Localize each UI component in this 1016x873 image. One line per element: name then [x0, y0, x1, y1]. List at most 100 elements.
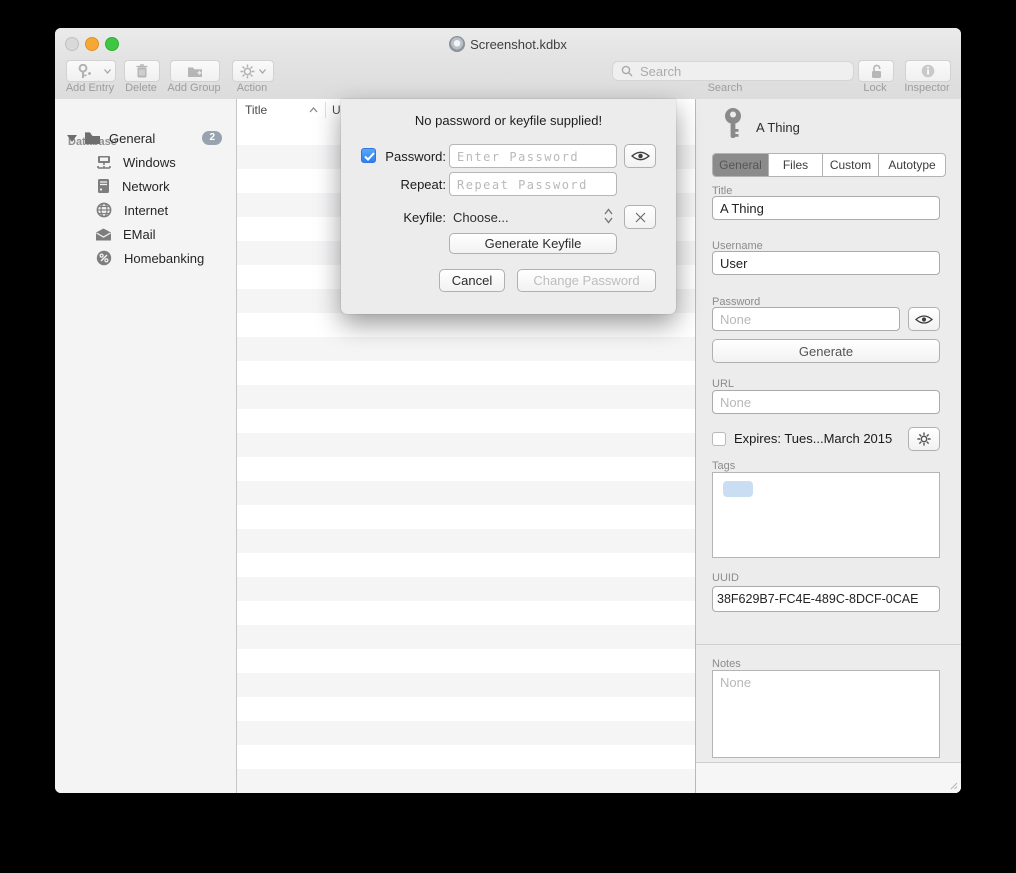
reveal-password-button[interactable] [908, 307, 940, 331]
password-checkbox[interactable] [361, 148, 376, 163]
keyfile-popup[interactable]: Choose... [453, 210, 509, 225]
search-label: Search [680, 82, 770, 94]
inspector-label: Inspector [898, 82, 956, 94]
expires-settings-button[interactable] [908, 427, 940, 451]
tag-pill[interactable] [723, 481, 753, 497]
content-area: Database General 2 Windows [55, 99, 961, 793]
delete-label: Delete [117, 82, 165, 94]
tab-custom[interactable]: Custom [823, 154, 879, 176]
generate-password-button[interactable]: Generate [712, 339, 940, 363]
entry-title: A Thing [756, 120, 800, 135]
document-icon [449, 36, 465, 52]
sidebar-item-homebanking[interactable]: Homebanking [55, 246, 236, 270]
stepper-icon[interactable] [604, 208, 613, 224]
dialog-message: No password or keyfile supplied! [341, 113, 676, 128]
sidebar-item-label: General [109, 131, 155, 146]
title-field[interactable] [712, 196, 940, 220]
server-icon [97, 178, 110, 194]
password-field[interactable] [712, 307, 900, 331]
sort-ascending-icon [309, 107, 318, 113]
dialog-password-input[interactable] [449, 144, 617, 168]
sidebar: Database General 2 Windows [55, 99, 237, 793]
change-password-button[interactable]: Change Password [517, 269, 656, 292]
title-bar[interactable]: Screenshot.kdbx [55, 28, 961, 58]
info-circle-icon [921, 64, 935, 78]
workgroup-icon [95, 155, 113, 170]
section-divider [696, 644, 961, 645]
column-header-username[interactable]: U [332, 103, 341, 117]
disclosure-triangle-icon[interactable] [67, 135, 77, 142]
add-entry-button[interactable] [66, 60, 101, 82]
add-group-label: Add Group [163, 82, 225, 94]
column-divider[interactable] [325, 102, 326, 118]
repeat-label: Repeat: [377, 177, 446, 192]
action-label: Action [228, 82, 276, 94]
expires-label: Expires: Tues...March 2015 [734, 431, 892, 446]
generate-keyfile-button[interactable]: Generate Keyfile [449, 233, 617, 254]
add-entry-label: Add Entry [59, 82, 121, 94]
sidebar-item-label: Homebanking [124, 251, 204, 266]
dialog-repeat-input[interactable] [449, 172, 617, 196]
tab-files[interactable]: Files [769, 154, 823, 176]
url-field-label: URL [712, 378, 734, 390]
key-icon [722, 107, 744, 141]
inspector-footer [696, 762, 961, 793]
lock-button[interactable] [858, 60, 894, 82]
resize-grip-icon[interactable] [949, 781, 958, 790]
tags-box[interactable] [712, 472, 940, 558]
search-input[interactable] [638, 63, 845, 80]
percent-circle-icon [96, 250, 112, 266]
lock-label: Lock [853, 82, 897, 94]
folder-plus-icon [187, 65, 203, 78]
tab-autotype[interactable]: Autotype [879, 154, 945, 176]
inspector-tabs: General Files Custom Autotype [712, 153, 946, 177]
window-title: Screenshot.kdbx [55, 36, 961, 52]
sidebar-item-windows[interactable]: Windows [55, 150, 236, 174]
chevron-down-icon [104, 69, 111, 74]
search-icon [621, 65, 633, 77]
delete-button[interactable] [124, 60, 160, 82]
gear-icon [240, 64, 255, 79]
column-header-title[interactable]: Title [245, 103, 267, 117]
sidebar-item-label: EMail [123, 227, 156, 242]
username-field[interactable] [712, 251, 940, 275]
action-button[interactable] [232, 60, 274, 82]
search-field[interactable] [612, 61, 854, 81]
key-plus-icon [77, 64, 91, 79]
add-entry-dropdown-button[interactable] [99, 60, 116, 82]
dialog-reveal-password-button[interactable] [624, 144, 656, 168]
tags-label: Tags [712, 460, 735, 472]
gear-icon [917, 432, 931, 446]
sidebar-item-general[interactable]: General 2 [55, 126, 236, 150]
inspector-button[interactable] [905, 60, 951, 82]
count-badge: 2 [202, 131, 222, 145]
sidebar-item-label: Windows [123, 155, 176, 170]
close-x-icon [635, 212, 646, 223]
padlock-open-icon [870, 64, 883, 79]
notes-box[interactable] [712, 670, 940, 758]
notes-input[interactable] [713, 671, 939, 757]
envelope-icon [95, 228, 112, 241]
expires-checkbox[interactable] [712, 432, 726, 446]
toolbar: Add Entry Delete Add Group [55, 58, 961, 100]
url-field[interactable] [712, 390, 940, 414]
notes-label: Notes [712, 658, 741, 670]
sidebar-item-email[interactable]: EMail [55, 222, 236, 246]
change-password-dialog: No password or keyfile supplied! Passwor… [341, 99, 676, 314]
keyfile-label: Keyfile: [377, 210, 446, 225]
uuid-field[interactable] [712, 586, 940, 612]
eye-icon [631, 150, 650, 162]
eye-icon [915, 314, 933, 325]
sidebar-item-label: Internet [124, 203, 168, 218]
sidebar-item-internet[interactable]: Internet [55, 198, 236, 222]
password-label: Password: [377, 149, 446, 164]
sidebar-item-network[interactable]: Network [55, 174, 236, 198]
chevron-down-icon [259, 69, 266, 74]
tab-general[interactable]: General [713, 154, 769, 176]
clear-keyfile-button[interactable] [624, 205, 656, 229]
globe-icon [96, 202, 112, 218]
add-group-button[interactable] [170, 60, 220, 82]
app-window: Screenshot.kdbx Add Entry Del [55, 28, 961, 793]
cancel-button[interactable]: Cancel [439, 269, 505, 292]
inspector-panel: A Thing General Files Custom Autotype Ti… [696, 99, 961, 793]
